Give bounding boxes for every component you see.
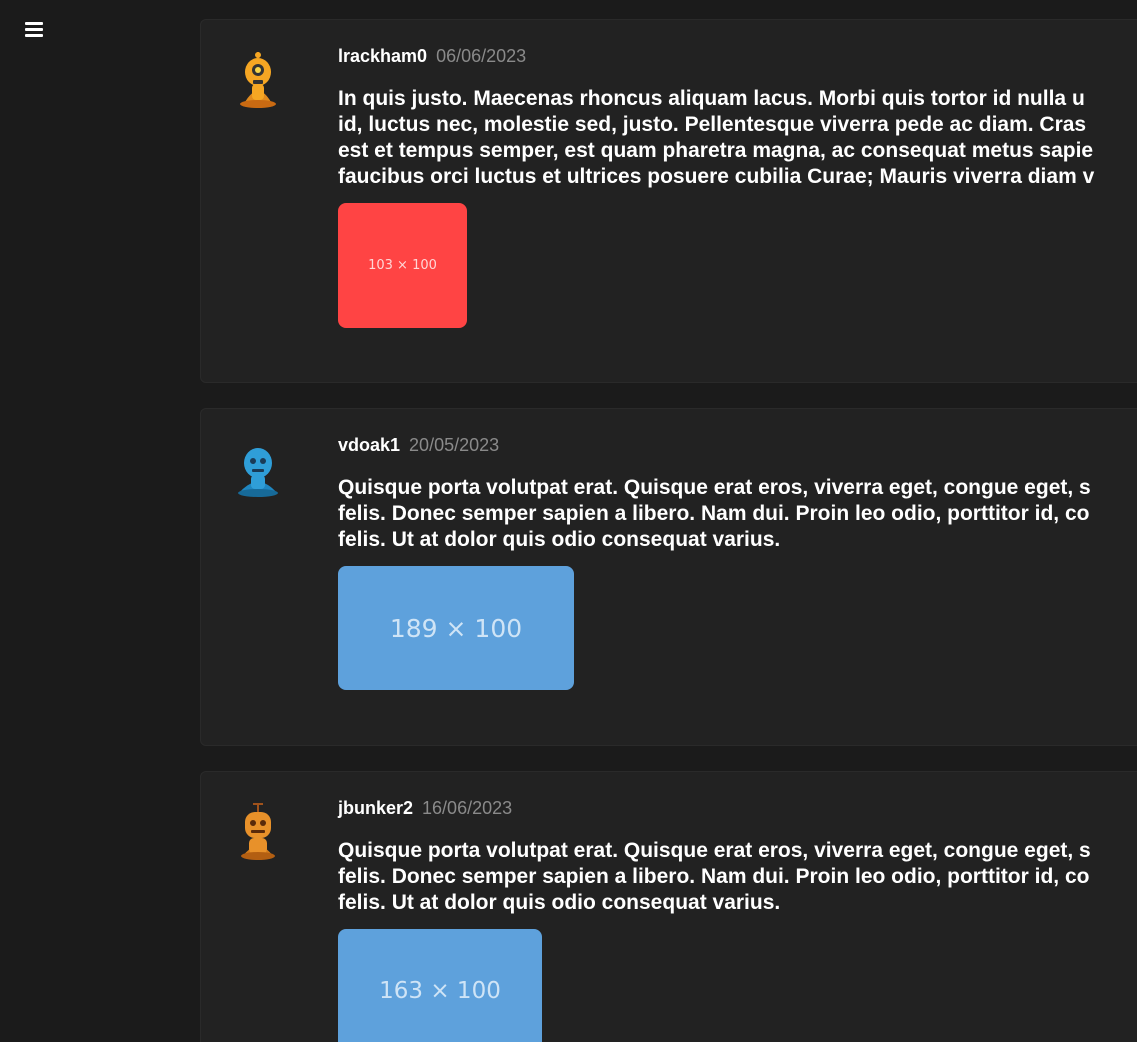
orange-antenna-robot-avatar-icon[interactable] xyxy=(231,802,285,862)
post-date: 20/05/2023 xyxy=(409,435,500,455)
post-image[interactable]: 163 × 100 xyxy=(338,929,542,1042)
post-header: jbunker2 16/06/2023 xyxy=(338,797,512,819)
hamburger-menu-icon[interactable] xyxy=(24,19,44,39)
post-body-line: felis. Donec semper sapien a libero. Nam… xyxy=(338,865,1090,888)
post-card: lrackham0 06/06/2023 In quis justo. Maece… xyxy=(200,19,1137,383)
post-body-line: felis. Donec semper sapien a libero. Nam… xyxy=(338,502,1090,525)
post-body-line: In quis justo. Maecenas rhoncus aliquam … xyxy=(338,87,1085,110)
post-image-size-label: 163 × 100 xyxy=(379,978,501,1004)
post-image[interactable]: 189 × 100 xyxy=(338,566,574,690)
post-body-line: felis. Ut at dolor quis odio consequat v… xyxy=(338,891,781,914)
post-body: Quisque porta volutpat erat. Quisque era… xyxy=(338,838,1137,916)
post-date: 06/06/2023 xyxy=(436,46,527,66)
post-body-line: faucibus orci luctus et ultrices posuere… xyxy=(338,165,1095,188)
post-header: vdoak1 20/05/2023 xyxy=(338,434,499,456)
post-body: Quisque porta volutpat erat. Quisque era… xyxy=(338,475,1137,553)
post-body-line: Quisque porta volutpat erat. Quisque era… xyxy=(338,839,1091,862)
post-feed: lrackham0 06/06/2023 In quis justo. Maece… xyxy=(200,0,1137,1042)
orange-robot-avatar-icon[interactable] xyxy=(231,50,285,110)
post-body: In quis justo. Maecenas rhoncus aliquam … xyxy=(338,86,1137,190)
post-card: vdoak1 20/05/2023 Quisque porta volutpat … xyxy=(200,408,1137,746)
blue-robot-avatar-icon[interactable] xyxy=(231,439,285,499)
post-image-size-label: 103 × 100 xyxy=(368,258,437,273)
post-card: jbunker2 16/06/2023 Quisque porta volutpa… xyxy=(200,771,1137,1042)
post-body-line: id, luctus nec, molestie sed, justo. Pel… xyxy=(338,113,1087,136)
post-header: lrackham0 06/06/2023 xyxy=(338,45,526,67)
post-username[interactable]: jbunker2 xyxy=(338,798,413,818)
post-image[interactable]: 103 × 100 xyxy=(338,203,467,328)
post-username[interactable]: lrackham0 xyxy=(338,46,427,66)
post-image-size-label: 189 × 100 xyxy=(389,613,523,643)
post-body-line: est et tempus semper, est quam pharetra … xyxy=(338,139,1094,162)
post-username[interactable]: vdoak1 xyxy=(338,435,400,455)
post-body-line: felis. Ut at dolor quis odio consequat v… xyxy=(338,528,781,551)
post-date: 16/06/2023 xyxy=(422,798,513,818)
post-body-line: Quisque porta volutpat erat. Quisque era… xyxy=(338,476,1091,499)
